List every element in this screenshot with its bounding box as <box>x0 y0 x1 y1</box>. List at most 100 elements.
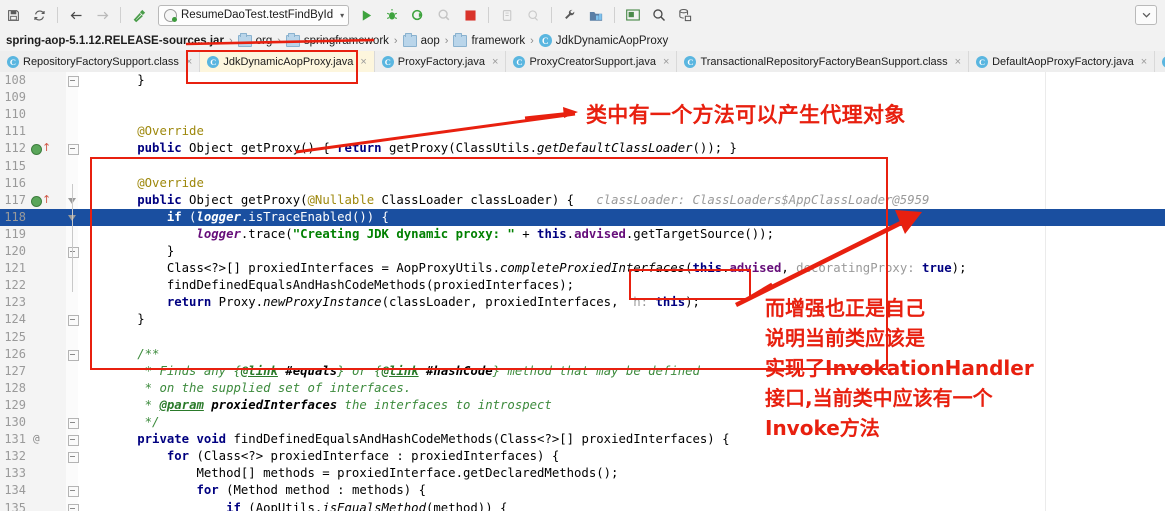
code-text: Method[] methods = proxiedInterface.getD… <box>78 466 619 481</box>
fold-toggle-icon[interactable] <box>68 144 79 156</box>
breadcrumb-item-framework[interactable]: framework <box>453 32 526 47</box>
line-number: 129 <box>4 397 26 412</box>
tab-label: RepositoryFactorySupport.class <box>23 55 179 68</box>
breadcrumb-item-jar[interactable]: spring-aop-5.1.12.RELEASE-sources.jar <box>6 35 224 47</box>
run-icon[interactable] <box>355 4 377 26</box>
code-line[interactable]: 133 Method[] methods = proxiedInterface.… <box>0 465 1165 482</box>
folder-icon <box>237 32 252 47</box>
class-icon: C <box>381 55 394 68</box>
breadcrumb-label: JdkDynamicAopProxy <box>555 34 669 47</box>
back-arrow-icon[interactable] <box>65 4 87 26</box>
breadcrumb-separator: › <box>530 34 534 47</box>
gutter-override-arrow-icon[interactable]: ↑ <box>42 194 51 205</box>
tab-proxy-factory[interactable]: C ProxyFactory.java × <box>375 51 507 72</box>
code-line[interactable]: 110 <box>0 106 1165 123</box>
forward-arrow-icon[interactable] <box>91 4 113 26</box>
code-line[interactable]: 122 findDefinedEqualsAndHashCodeMethods(… <box>0 277 1165 294</box>
folder-icon <box>453 32 468 47</box>
stop-icon[interactable] <box>459 4 481 26</box>
class-icon: C <box>7 55 19 68</box>
chevron-down-icon[interactable]: ▾ <box>340 11 344 20</box>
debug-icon[interactable] <box>381 4 403 26</box>
code-line[interactable]: 120 } <box>0 243 1165 260</box>
breadcrumb-separator: › <box>444 34 449 47</box>
close-icon[interactable]: × <box>955 56 961 68</box>
code-line[interactable]: 119 logger.trace("Creating JDK dynamic p… <box>0 226 1165 243</box>
class-icon: C <box>976 55 989 68</box>
code-text: } <box>78 73 145 87</box>
gutter-run-marker-icon[interactable] <box>31 195 42 207</box>
fold-toggle-icon[interactable] <box>68 435 79 447</box>
code-line[interactable]: 118 if (logger.isTraceEnabled()) { <box>0 208 1165 226</box>
code-line[interactable]: 135 if (AopUtils.isEqualsMethod(method))… <box>0 500 1165 511</box>
tab-default-aop-proxy-factory[interactable]: C DefaultAopProxyFactory.java × <box>969 51 1156 72</box>
fold-toggle-icon[interactable] <box>68 247 79 258</box>
run-with-coverage-icon[interactable] <box>407 4 429 26</box>
breadcrumb-item-class[interactable]: C JdkDynamicAopProxy <box>538 34 669 47</box>
code-line[interactable]: 115 <box>0 158 1165 175</box>
tab-jdk-dynamic-aop-proxy[interactable]: C JdkDynamicAopProxy.java × <box>200 51 375 72</box>
fold-toggle-icon[interactable] <box>68 315 79 327</box>
sync-icon[interactable] <box>28 4 50 26</box>
tab-jpa-repository-factory[interactable]: C JpaRepositoryFactor <box>1155 51 1165 72</box>
save-icon[interactable] <box>2 4 24 26</box>
code-text: @Override <box>137 124 204 139</box>
toolbar-divider <box>57 7 58 23</box>
code-line[interactable]: 121 Class<?>[] proxiedInterfaces = AopPr… <box>0 260 1165 277</box>
build-hammer-icon[interactable] <box>128 4 150 26</box>
project-structure-icon[interactable] <box>585 4 607 26</box>
fold-toggle-icon[interactable] <box>68 486 79 498</box>
code-line[interactable]: 134 for (Method method : methods) { <box>0 482 1165 499</box>
gutter-override-arrow-icon[interactable]: ↑ <box>42 142 51 153</box>
close-icon[interactable]: × <box>492 56 498 68</box>
attach-debugger-icon[interactable] <box>496 4 518 26</box>
close-icon[interactable]: × <box>1141 56 1147 68</box>
layout-icon[interactable] <box>622 4 644 26</box>
breadcrumb-item-org[interactable]: org <box>237 32 272 47</box>
annotation-note-block: 而增强也正是自己 说明当前类应该是 实现了InvokationHandler 接… <box>765 293 1034 443</box>
fold-toggle-icon[interactable] <box>68 452 79 464</box>
fold-toggle-icon[interactable] <box>68 418 79 429</box>
line-number: 125 <box>4 329 26 344</box>
code-text: Class<?>[] proxiedInterfaces = AopProxyU… <box>78 261 967 276</box>
settings-wrench-icon[interactable] <box>559 4 581 26</box>
code-editor[interactable]: 108 } 109 110 111 @Override 112 public Objec… <box>0 72 1165 511</box>
editor-tab-bar: C RepositoryFactorySupport.class × C Jdk… <box>0 51 1165 73</box>
toolbar-overflow-button[interactable] <box>1135 5 1157 25</box>
annotation-note-line: Invoke方法 <box>765 416 880 440</box>
breadcrumb-label: framework <box>471 34 526 47</box>
breadcrumb-item-aop[interactable]: aop <box>402 32 440 47</box>
tab-proxy-creator-support[interactable]: C ProxyCreatorSupport.java × <box>506 51 678 72</box>
fold-toggle-icon[interactable] <box>68 76 79 87</box>
search-everywhere-icon[interactable] <box>648 4 670 26</box>
code-text: public Object getProxy(@Nullable ClassLo… <box>137 192 930 207</box>
tab-label: DefaultAopProxyFactory.java <box>992 55 1134 68</box>
code-text: return Proxy.newProxyInstance(classLoade… <box>166 295 700 310</box>
code-line[interactable]: 117 public Object getProxy(@Nullable Cla… <box>0 192 1165 209</box>
sync-db-icon[interactable] <box>674 4 696 26</box>
breadcrumb: spring-aop-5.1.12.RELEASE-sources.jar › … <box>0 30 1165 52</box>
code-line[interactable]: 108 } <box>0 72 1165 89</box>
line-number: 117 <box>4 192 26 207</box>
close-icon[interactable]: × <box>663 56 669 68</box>
code-line[interactable]: 112 public Object getProxy() { return ge… <box>0 140 1165 157</box>
fold-toggle-icon[interactable] <box>68 349 79 361</box>
close-icon[interactable]: × <box>186 56 192 68</box>
update-application-icon[interactable] <box>522 4 544 26</box>
close-icon[interactable]: × <box>360 56 366 68</box>
code-line[interactable]: 116 @Override <box>0 175 1165 192</box>
fold-toggle-icon[interactable] <box>68 503 79 511</box>
folder-icon <box>402 32 417 47</box>
line-number: 109 <box>4 90 26 105</box>
tab-transactional-repository-factory-bean-support[interactable]: C TransactionalRepositoryFactoryBeanSupp… <box>677 51 970 72</box>
annotation-note-line: 而增强也正是自己 <box>765 296 925 320</box>
code-line[interactable]: 109 <box>0 89 1165 106</box>
tab-repository-factory-support[interactable]: C RepositoryFactorySupport.class × <box>0 51 201 72</box>
breadcrumb-item-springframework[interactable]: springframework <box>285 32 389 47</box>
run-configuration-selector[interactable]: ResumeDaoTest.testFindById ▾ <box>158 4 350 26</box>
code-line[interactable]: 111 @Override <box>0 123 1165 140</box>
line-number: 118 <box>4 209 26 224</box>
code-line[interactable]: 132 for (Class<?> proxiedInterface : pro… <box>0 448 1165 465</box>
run-profiler-icon[interactable] <box>433 4 455 26</box>
code-text: findDefinedEqualsAndHashCodeMethods(prox… <box>78 278 575 293</box>
